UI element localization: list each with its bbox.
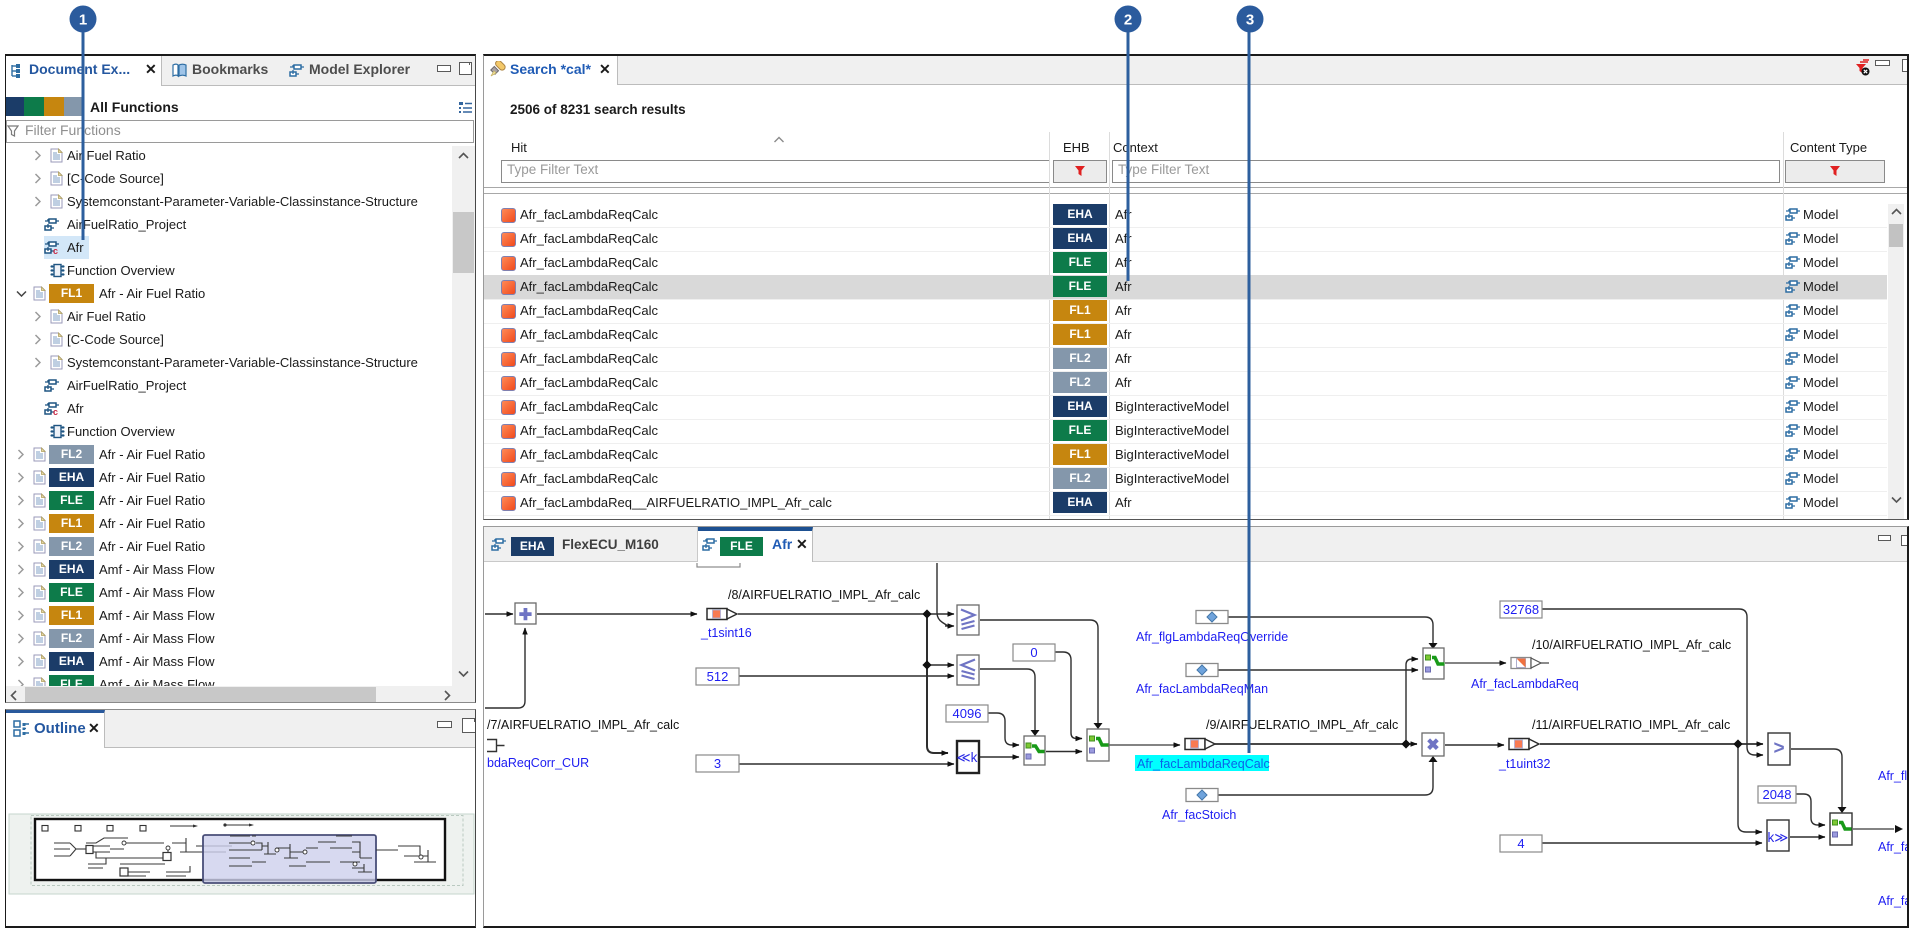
svg-text:512: 512 <box>707 669 729 684</box>
svg-text:3: 3 <box>714 756 721 771</box>
svg-text:Afr_facStoich: Afr_facStoich <box>1162 808 1236 822</box>
svg-text:0: 0 <box>1030 645 1037 660</box>
svg-text:Afr_facLambdaReq: Afr_facLambdaReq <box>1471 677 1579 691</box>
svg-text:/11/AIRFUELRATIO_IMPL_Afr_calc: /11/AIRFUELRATIO_IMPL_Afr_calc <box>1532 718 1730 732</box>
svg-text:3: 3 <box>1246 12 1254 29</box>
svg-text:Afr_fa: Afr_fa <box>1878 840 1907 854</box>
svg-text:Afr_fl: Afr_fl <box>1878 769 1907 783</box>
svg-text:Afr_facLambdaReqCalc: Afr_facLambdaReqCalc <box>1137 757 1270 771</box>
svg-text:1: 1 <box>79 12 87 29</box>
svg-text:_t1sint16: _t1sint16 <box>700 626 752 640</box>
svg-text:/9/AIRFUELRATIO_IMPL_Afr_calc: /9/AIRFUELRATIO_IMPL_Afr_calc <box>1206 718 1398 732</box>
svg-text:>: > <box>1773 738 1784 759</box>
svg-text:Afr_fa: Afr_fa <box>1878 894 1907 908</box>
svg-text:_t1uint32: _t1uint32 <box>1498 757 1550 771</box>
svg-text:2048: 2048 <box>1763 787 1792 802</box>
svg-text:/8/AIRFUELRATIO_IMPL_Afr_calc: /8/AIRFUELRATIO_IMPL_Afr_calc <box>728 588 920 602</box>
svg-text:c: c <box>53 246 58 255</box>
svg-text:/7/AIRFUELRATIO_IMPL_Afr_calc: /7/AIRFUELRATIO_IMPL_Afr_calc <box>487 718 679 732</box>
svg-text:32768: 32768 <box>1503 602 1539 617</box>
svg-text:Afr_facLambdaReqMan: Afr_facLambdaReqMan <box>1136 682 1268 696</box>
svg-text:Afr_flgLambdaReqOverride: Afr_flgLambdaReqOverride <box>1136 630 1288 644</box>
svg-text:✖: ✖ <box>1426 737 1439 754</box>
svg-text:✚: ✚ <box>519 607 532 624</box>
svg-text:2: 2 <box>1124 12 1132 29</box>
svg-text:4: 4 <box>1517 836 1524 851</box>
svg-text:4096: 4096 <box>953 706 982 721</box>
svg-text:c: c <box>53 407 58 416</box>
svg-text:≪k: ≪k <box>957 750 978 765</box>
svg-text:/10/AIRFUELRATIO_IMPL_Afr_calc: /10/AIRFUELRATIO_IMPL_Afr_calc <box>1532 638 1731 652</box>
svg-text:bdaReqCorr_CUR: bdaReqCorr_CUR <box>487 756 589 770</box>
svg-text:k≫: k≫ <box>1768 830 1789 845</box>
